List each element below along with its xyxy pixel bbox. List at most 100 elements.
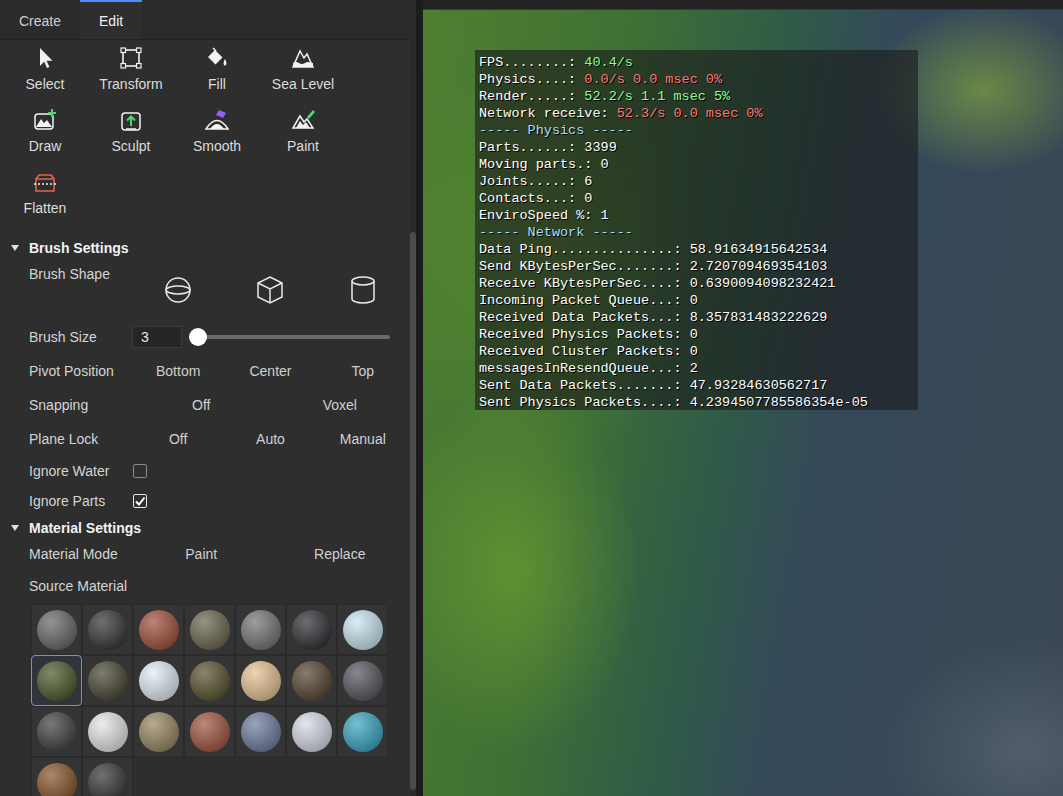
setting-label: Brush Shape (29, 266, 132, 282)
material-ball (292, 610, 332, 650)
material-swatch[interactable] (235, 604, 286, 655)
option-button[interactable]: Off (132, 395, 271, 415)
option-button[interactable]: Replace (271, 544, 410, 564)
stats-line: Received Data Packets...: 8.357831483222… (479, 309, 914, 326)
tool-button[interactable]: Fill (174, 40, 260, 102)
brush-shape-row: Brush Shape (0, 260, 410, 320)
material-swatch[interactable] (235, 706, 286, 757)
tool-button[interactable]: Flatten (2, 164, 88, 226)
stats-label: Contacts...: (479, 191, 584, 206)
stats-label: EnviroSpeed %: (479, 208, 601, 223)
tool-label: Transform (99, 76, 162, 92)
option-button[interactable]: Bottom (132, 361, 224, 381)
tool-button[interactable]: Select (2, 40, 88, 102)
material-swatch[interactable] (82, 757, 133, 796)
stats-label: Moving parts.: (479, 157, 601, 172)
stats-label: Received Cluster Packets: (479, 344, 690, 359)
stats-value: 0 (690, 344, 698, 359)
stats-line: Render.....: 52.2/s 1.1 msec 5% (479, 88, 914, 105)
brush-size-slider[interactable] (190, 335, 390, 339)
tab-label: Edit (99, 13, 123, 29)
viewport[interactable]: FPS........: 40.4/sPhysics....: 0.0/s 0.… (423, 0, 1063, 796)
stats-label: Parts......: (479, 140, 584, 155)
tool-label: Flatten (24, 200, 67, 216)
expand-arrow-icon[interactable] (11, 525, 19, 531)
option-button[interactable]: Top (317, 361, 409, 381)
material-swatch[interactable] (337, 604, 388, 655)
material-swatch[interactable] (286, 706, 337, 757)
tool-label: Fill (208, 76, 226, 92)
brush-size-input[interactable]: 3 (132, 326, 182, 348)
material-swatch[interactable] (184, 655, 235, 706)
material-swatch[interactable] (133, 706, 184, 757)
setting-label: Source Material (29, 578, 132, 594)
option-button[interactable]: Center (224, 361, 316, 381)
ignore-parts-checkbox[interactable] (133, 494, 147, 508)
tool-button[interactable]: Paint (260, 102, 346, 164)
cylinder-icon (347, 274, 379, 306)
section-header[interactable]: Material Settings (0, 516, 410, 540)
tab-bar: Create Edit (0, 0, 410, 40)
stats-line: Sent Physics Packets....: 4.239450778558… (479, 394, 914, 411)
setting-label: Material Mode (29, 546, 132, 562)
material-swatch[interactable] (133, 655, 184, 706)
tool-button[interactable]: Smooth (174, 102, 260, 164)
stats-line: messagesInResendQueue...: 2 (479, 360, 914, 377)
material-swatch[interactable] (337, 655, 388, 706)
material-swatch[interactable] (133, 604, 184, 655)
tool-button[interactable]: Sea Level (260, 40, 346, 102)
tool-button[interactable]: Sculpt (88, 102, 174, 164)
material-swatch[interactable] (82, 706, 133, 757)
stats-overlay: FPS........: 40.4/sPhysics....: 0.0/s 0.… (475, 50, 918, 410)
material-swatch[interactable] (31, 706, 82, 757)
stats-value: 47.93284630562717 (690, 378, 828, 393)
select-icon (32, 46, 58, 70)
option-button[interactable]: Manual (317, 429, 409, 449)
material-swatch[interactable] (184, 706, 235, 757)
brush-shape-button[interactable] (132, 274, 224, 306)
plane-lock-options: OffAutoManual (132, 429, 409, 449)
slider-thumb[interactable] (189, 328, 207, 346)
section-title: Brush Settings (29, 240, 129, 256)
material-swatch[interactable] (286, 655, 337, 706)
stats-value: 52.3/s 0.0 msec 0% (617, 106, 763, 121)
option-button[interactable]: Off (132, 429, 224, 449)
stats-label: messagesInResendQueue...: (479, 361, 690, 376)
brush-shape-button[interactable] (317, 274, 409, 306)
paint-icon (290, 108, 316, 132)
section-header[interactable]: Brush Settings (0, 236, 410, 260)
material-swatch[interactable] (31, 604, 82, 655)
material-swatch[interactable] (286, 604, 337, 655)
material-swatch[interactable] (235, 655, 286, 706)
brush-shape-button[interactable] (224, 274, 316, 306)
expand-arrow-icon[interactable] (11, 245, 19, 251)
material-swatch[interactable] (82, 604, 133, 655)
material-ball (292, 661, 332, 701)
tool-button[interactable]: Transform (88, 40, 174, 102)
material-ball (343, 661, 383, 701)
option-button[interactable]: Paint (132, 544, 271, 564)
tab[interactable]: Edit (80, 0, 142, 39)
brush-size-row: Brush Size3 (0, 320, 410, 354)
material-swatch[interactable] (31, 757, 82, 796)
material-swatch[interactable] (184, 604, 235, 655)
stats-value: 40.4/s (584, 55, 633, 70)
ignore-water-checkbox[interactable] (133, 464, 147, 478)
material-ball (88, 712, 128, 752)
terrain-editor-panel: Create Edit Select Transform Fill Sea Level Dr… (0, 0, 410, 796)
stats-line: Parts......: 3399 (479, 139, 914, 156)
material-ball (241, 712, 281, 752)
option-button[interactable]: Voxel (271, 395, 410, 415)
material-ball (139, 661, 179, 701)
tab[interactable]: Create (0, 0, 80, 39)
material-swatch[interactable] (337, 706, 388, 757)
tool-button[interactable]: Draw (2, 102, 88, 164)
material-swatch[interactable] (31, 655, 82, 706)
stats-value: 8.357831483222629 (690, 310, 828, 325)
material-ball (190, 610, 230, 650)
stats-line: Contacts...: 0 (479, 190, 914, 207)
option-button[interactable]: Auto (224, 429, 316, 449)
stats-value: 0 (690, 293, 698, 308)
stats-label: Network receive: (479, 106, 617, 121)
material-swatch[interactable] (82, 655, 133, 706)
